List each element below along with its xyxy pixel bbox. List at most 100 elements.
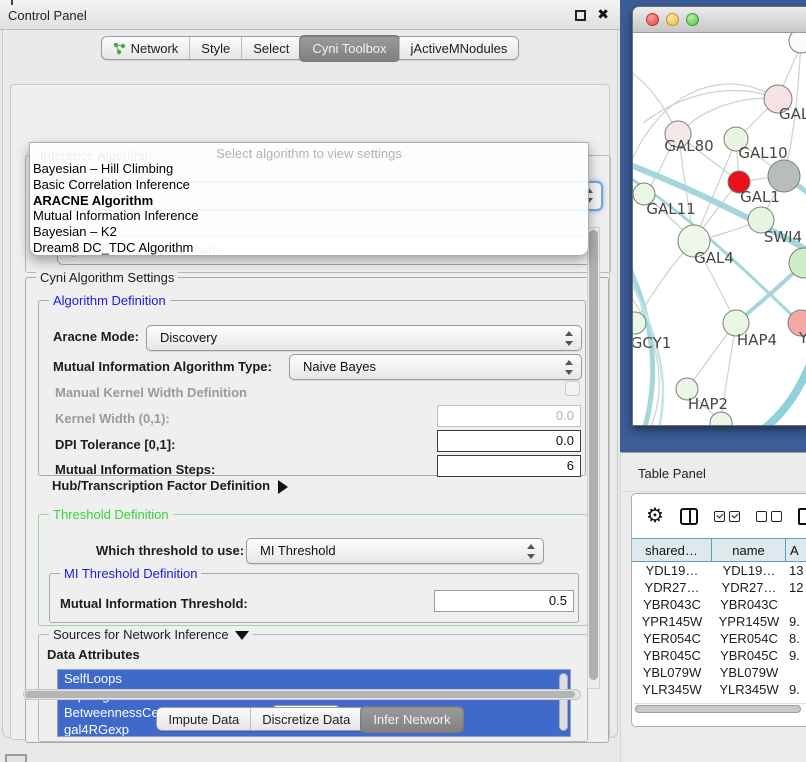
sources-group-title[interactable]: Sources for Network Inference bbox=[49, 627, 253, 642]
dropdown-item[interactable]: ARACNE Algorithm bbox=[30, 193, 588, 209]
mi-threshold-value: 0.5 bbox=[549, 593, 567, 608]
table-horizontal-scrollbar[interactable] bbox=[634, 703, 806, 713]
algorithm-definition-title: Algorithm Definition bbox=[49, 293, 170, 308]
manual-kernel-label: Manual Kernel Width Definition bbox=[55, 385, 247, 400]
node-label: HAP2 bbox=[688, 395, 728, 413]
tab-infer-network-label: Infer Network bbox=[373, 712, 450, 727]
dpi-tolerance-field[interactable]: 0.0 bbox=[437, 430, 581, 452]
mi-steps-value: 6 bbox=[567, 458, 574, 473]
table-cell: YER054C bbox=[712, 630, 786, 647]
aracne-mode-combobox[interactable]: Discovery bbox=[146, 325, 582, 351]
tab-jactivemnodules-label: jActiveMNodules bbox=[411, 41, 508, 56]
cyni-bottom-tabbar: Impute Data Discretize Data Infer Networ… bbox=[0, 707, 620, 731]
column-header-partial[interactable]: A bbox=[786, 539, 806, 561]
dropdown-item-list: Bayesian – Hill ClimbingBasic Correlatio… bbox=[30, 161, 588, 256]
mi-type-combobox[interactable]: Naive Bayes bbox=[289, 354, 582, 380]
minimized-panel-button[interactable] bbox=[5, 754, 27, 762]
table-header-row: shared… name A bbox=[632, 538, 806, 562]
network-node[interactable] bbox=[789, 33, 806, 53]
attribute-item-selected[interactable]: SelfLoops bbox=[58, 670, 570, 687]
close-traffic-light-icon[interactable] bbox=[646, 13, 659, 26]
tab-cyni-toolbox[interactable]: Cyni Toolbox bbox=[299, 35, 399, 62]
node-label: GCY1 bbox=[633, 334, 671, 352]
data-attributes-label: Data Attributes bbox=[47, 647, 140, 662]
table-cell: YDL19… bbox=[632, 562, 712, 579]
tab-select-label: Select bbox=[253, 41, 289, 56]
column-header-name[interactable]: name bbox=[712, 539, 786, 561]
node-label: GAL4 bbox=[694, 249, 734, 267]
table-toolbar: ⚙ bbox=[632, 494, 806, 538]
close-icon[interactable]: ✖ bbox=[597, 6, 609, 23]
table-row[interactable]: YBL079WYBL079W bbox=[632, 664, 806, 681]
settings-horizontal-scrollbar[interactable] bbox=[23, 689, 581, 700]
tab-network[interactable]: Network bbox=[102, 37, 190, 59]
network-edge[interactable] bbox=[678, 98, 778, 134]
table-row[interactable]: YDR27…YDR27…12 bbox=[632, 579, 806, 596]
dropdown-item[interactable]: Bayesian – K2 bbox=[30, 224, 588, 240]
table-cell: 12 bbox=[786, 579, 806, 596]
tab-jactivemnodules[interactable]: jActiveMNodules bbox=[399, 37, 519, 59]
table-panel: Table Panel ⚙ shared… name A YDL19…YDL19… bbox=[620, 452, 806, 762]
table-cell: 13 bbox=[786, 562, 806, 579]
mi-threshold-field[interactable]: 0.5 bbox=[434, 590, 574, 612]
export-table-icon[interactable] bbox=[798, 508, 806, 525]
mi-steps-field[interactable]: 6 bbox=[437, 455, 581, 477]
aracne-mode-label: Aracne Mode: bbox=[53, 329, 139, 344]
column-header-shared-name[interactable]: shared… bbox=[632, 539, 712, 561]
hub-definition-toggle[interactable]: Hub/Transcription Factor Definition bbox=[52, 478, 288, 494]
network-canvas[interactable]: GALGAL80GAL10GAL1GAL11SWI4GAL4GCY1HAP4YH… bbox=[633, 33, 806, 426]
table-cell: YLR345W bbox=[712, 681, 786, 698]
tab-select[interactable]: Select bbox=[241, 37, 300, 59]
table-row[interactable]: YPR145WYPR145W9. bbox=[632, 613, 806, 630]
mi-threshold-group-title: MI Threshold Definition bbox=[60, 566, 201, 581]
table-row[interactable]: YLR345WYLR345W9. bbox=[632, 681, 806, 698]
select-all-icon[interactable] bbox=[714, 511, 740, 522]
node-table-window: ⚙ shared… name A YDL19…YDL19…13YDR27…YDR… bbox=[631, 493, 806, 727]
node-label: GAL80 bbox=[664, 137, 713, 155]
gear-icon[interactable]: ⚙ bbox=[646, 506, 664, 526]
node-label: GAL10 bbox=[738, 144, 787, 162]
table-cell: YIL052C bbox=[712, 698, 786, 701]
table-cell: YER054C bbox=[632, 630, 712, 647]
table-row[interactable]: YER054CYER054C8. bbox=[632, 630, 806, 647]
table-cell: 9. bbox=[786, 681, 806, 698]
control-panel-tabbar: Network Style Select Cyni Toolbox jActiv… bbox=[0, 36, 620, 60]
zoom-traffic-light-icon[interactable] bbox=[686, 13, 699, 26]
threshold-definition-title: Threshold Definition bbox=[49, 507, 173, 522]
threshold-definition-group: Threshold Definition Which threshold to … bbox=[38, 514, 588, 626]
table-row[interactable]: YDL19…YDL19…13 bbox=[632, 562, 806, 579]
table-row[interactable]: YBR043CYBR043C bbox=[632, 596, 806, 613]
settings-vertical-scrollbar[interactable] bbox=[587, 227, 600, 689]
table-cell: YPR145W bbox=[632, 613, 712, 630]
table-cell: YBL079W bbox=[712, 664, 786, 681]
minimize-traffic-light-icon[interactable] bbox=[666, 13, 679, 26]
tab-infer-network[interactable]: Infer Network bbox=[360, 706, 463, 733]
float-window-icon[interactable] bbox=[575, 10, 586, 21]
table-row[interactable]: YIL052CYIL052C9 bbox=[632, 698, 806, 701]
tab-discretize-data[interactable]: Discretize Data bbox=[250, 708, 361, 730]
table-cell: YBR043C bbox=[632, 596, 712, 613]
network-window-titlebar[interactable] bbox=[633, 7, 806, 33]
network-icon bbox=[113, 42, 126, 55]
cyni-algorithm-settings-title: Cyni Algorithm Settings bbox=[36, 270, 178, 285]
control-panel-titlebar: Control Panel ✖ bbox=[0, 0, 620, 30]
node-label: GAL1 bbox=[740, 188, 780, 206]
tab-impute-data[interactable]: Impute Data bbox=[157, 708, 250, 730]
show-columns-icon[interactable] bbox=[680, 508, 698, 525]
dropdown-item[interactable]: Basic Correlation Inference bbox=[30, 177, 588, 193]
stepper-icon bbox=[526, 544, 536, 559]
table-row[interactable]: YBR045CYBR045C9. bbox=[632, 647, 806, 664]
dropdown-item[interactable]: Mutual Information Inference bbox=[30, 208, 588, 224]
tab-style[interactable]: Style bbox=[189, 37, 241, 59]
dropdown-item[interactable]: Dream8 DC_TDC Algorithm bbox=[30, 240, 588, 256]
which-threshold-combobox[interactable]: MI Threshold bbox=[246, 538, 544, 564]
table-cell: YDR27… bbox=[632, 579, 712, 596]
table-cell: YBR045C bbox=[712, 647, 786, 664]
dropdown-placeholder: Select algorithm to view settings bbox=[30, 143, 588, 161]
dropdown-item[interactable]: Bayesian – Hill Climbing bbox=[30, 161, 588, 177]
kernel-width-field[interactable]: 0.0 bbox=[437, 405, 581, 427]
manual-kernel-checkbox[interactable] bbox=[565, 381, 580, 396]
table-cell bbox=[786, 664, 806, 681]
network-view-window[interactable]: GALGAL80GAL10GAL1GAL11SWI4GAL4GCY1HAP4YH… bbox=[632, 6, 806, 426]
deselect-all-icon[interactable] bbox=[756, 511, 782, 522]
